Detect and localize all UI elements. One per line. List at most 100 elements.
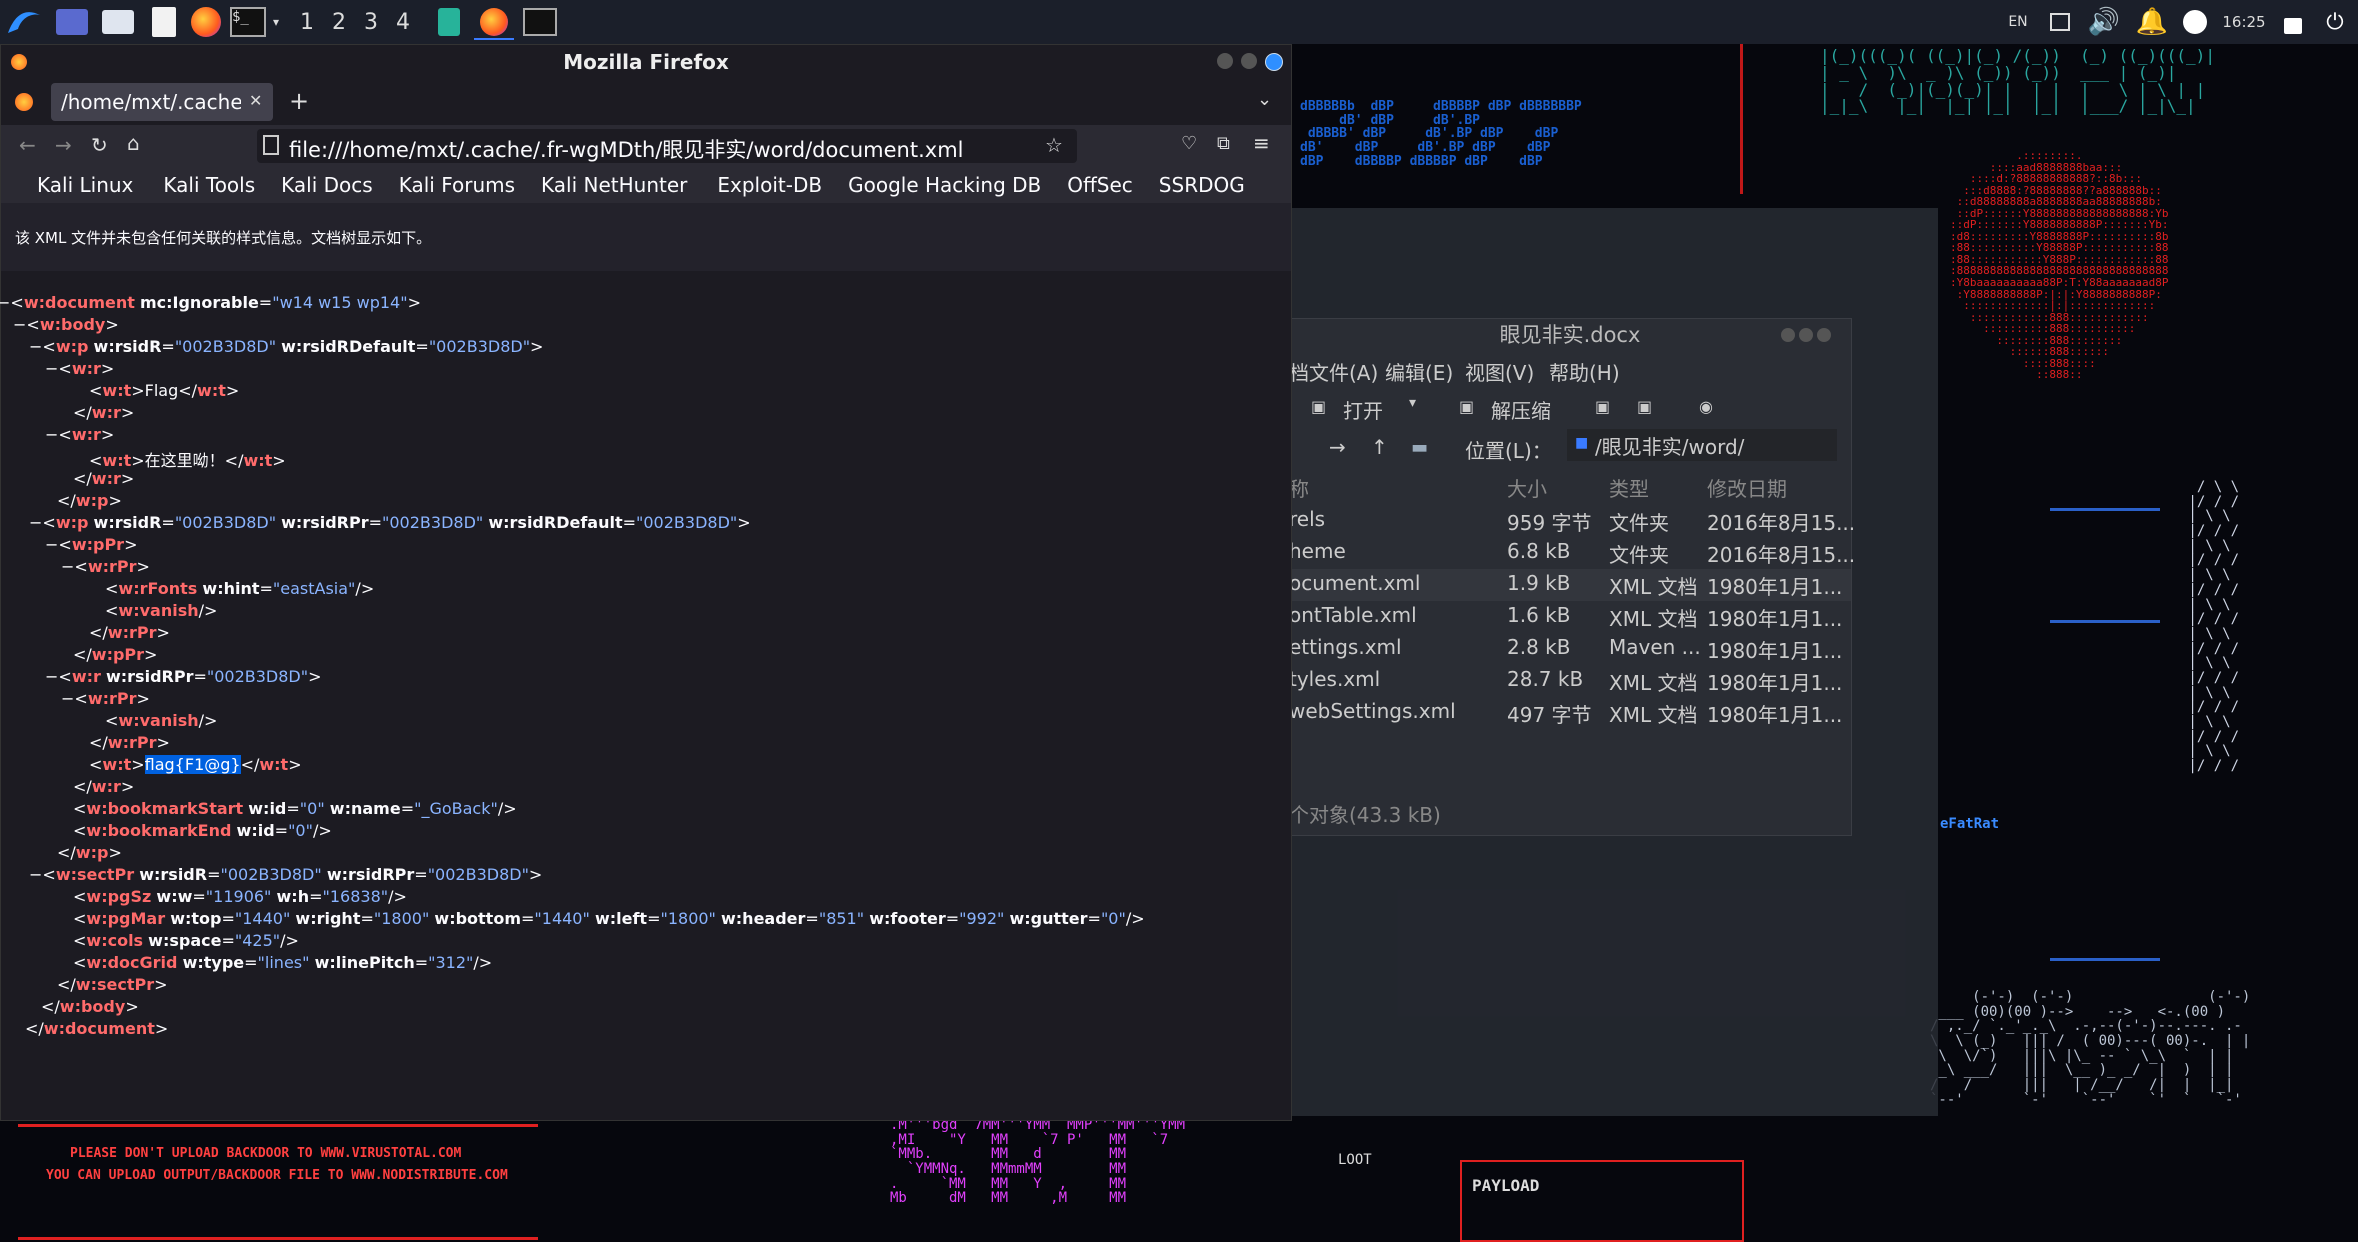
text-editor-icon[interactable]: [144, 6, 184, 38]
xml-line[interactable]: −<w:r>: [45, 425, 114, 444]
collapse-toggle[interactable]: −: [61, 557, 74, 576]
collapse-toggle[interactable]: −: [61, 689, 74, 708]
volume-icon[interactable]: 🔊: [2086, 6, 2122, 38]
firefox-window[interactable]: Mozilla Firefox /home/mxt/.cache/. ✕ + ⌄…: [0, 44, 1292, 1121]
bookmark-kali-docs[interactable]: Kali Docs: [281, 173, 373, 197]
back-icon[interactable]: ←: [19, 133, 36, 157]
forward-icon[interactable]: →: [55, 133, 72, 157]
url-text[interactable]: file:///home/mxt/.cache/.fr-wgMDth/眼见非实/…: [289, 134, 964, 164]
home-folder-icon[interactable]: ▬: [1411, 437, 1428, 458]
collapse-toggle[interactable]: −: [45, 667, 58, 686]
chevron-down-icon[interactable]: ▾: [268, 6, 284, 38]
minimize-button[interactable]: [1217, 53, 1233, 69]
open-icon[interactable]: ▣: [1311, 397, 1326, 416]
kali-menu-icon[interactable]: [4, 6, 44, 38]
xml-line[interactable]: −<w:sectPr w:rsidR="002B3D8D" w:rsidRPr=…: [29, 865, 542, 884]
workspace-3[interactable]: 3: [356, 6, 386, 38]
xml-line[interactable]: −<w:rPr>: [61, 689, 150, 708]
collapse-toggle[interactable]: −: [29, 337, 42, 356]
bookmark-kali-linux[interactable]: Kali Linux: [37, 173, 133, 197]
col-name[interactable]: 称: [1289, 473, 1309, 502]
title-bar[interactable]: Mozilla Firefox: [1, 45, 1291, 79]
add-file-icon[interactable]: ▣: [1595, 397, 1610, 416]
list-item[interactable]: tyles.xml 28.7 kB XML 文档 1980年1月1...: [1289, 665, 1851, 697]
xml-line[interactable]: −<w:p w:rsidR="002B3D8D" w:rsidRPr="002B…: [29, 513, 751, 532]
extensions-icon[interactable]: ⧉: [1217, 133, 1230, 154]
home-icon[interactable]: ⌂: [127, 131, 140, 155]
bookmark-offsec[interactable]: OffSec: [1067, 173, 1133, 197]
extract-icon[interactable]: ▣: [1459, 397, 1474, 416]
desktop-icon[interactable]: [52, 6, 92, 38]
window-buttons[interactable]: [1781, 327, 1841, 342]
list-item[interactable]: webSettings.xml 497 字节 XML 文档 1980年1月1...: [1289, 697, 1851, 729]
bookmark-kali-nethunter[interactable]: Kali NetHunter: [541, 173, 687, 197]
add-folder-icon[interactable]: ▣: [1637, 397, 1652, 416]
collapse-toggle[interactable]: −: [29, 513, 42, 532]
menu-icon[interactable]: ≡: [1253, 131, 1270, 155]
xml-line[interactable]: −<w:body>: [13, 315, 119, 334]
bookmark-kali-forums[interactable]: Kali Forums: [399, 173, 515, 197]
firefox-icon[interactable]: [186, 6, 226, 38]
firefox-task-icon[interactable]: [474, 6, 514, 40]
tab-document-xml[interactable]: /home/mxt/.cache/. ✕: [51, 83, 273, 121]
maximize-button[interactable]: [1241, 53, 1257, 69]
bookmark-star-icon[interactable]: ☆: [1045, 133, 1063, 157]
list-item[interactable]: rels 959 字节 文件夹 2016年8月15...: [1289, 505, 1855, 537]
list-item[interactable]: ocument.xml 1.9 kB XML 文档 1980年1月1...: [1289, 569, 1851, 601]
new-tab-icon[interactable]: +: [289, 87, 309, 115]
list-item[interactable]: heme 6.8 kB 文件夹 2016年8月15...: [1289, 537, 1855, 569]
collapse-toggle[interactable]: −: [29, 865, 42, 884]
menu-edit[interactable]: 编辑(E): [1385, 357, 1453, 386]
xml-line[interactable]: −<w:pPr>: [45, 535, 137, 554]
collapse-toggle[interactable]: −: [45, 359, 58, 378]
collapse-toggle[interactable]: −: [0, 293, 10, 312]
forward-arrow-icon[interactable]: →: [1329, 435, 1346, 459]
power-icon[interactable]: [2178, 6, 2212, 38]
menu-archive[interactable]: 档文件(A): [1289, 357, 1378, 386]
keyboard-layout[interactable]: EN: [2000, 6, 2036, 38]
bookmark-google-hacking-db[interactable]: Google Hacking DB: [848, 173, 1041, 197]
list-item[interactable]: ettings.xml 2.8 kB Maven ... 1980年1月1...: [1289, 633, 1851, 665]
close-tab-icon[interactable]: ✕: [249, 91, 262, 110]
workspace-1[interactable]: 1: [292, 6, 322, 38]
col-date[interactable]: 修改日期: [1707, 473, 1787, 502]
logout-icon[interactable]: ⏻: [2318, 6, 2352, 38]
terminal-icon[interactable]: $_: [228, 6, 268, 38]
col-type[interactable]: 类型: [1609, 473, 1649, 502]
terminal-task-icon[interactable]: [520, 6, 560, 38]
xml-line[interactable]: −<w:rPr>: [61, 557, 150, 576]
workspace-4[interactable]: 4: [388, 6, 418, 38]
collapse-toggle[interactable]: −: [45, 425, 58, 444]
menu-view[interactable]: 视图(V): [1465, 357, 1534, 386]
up-arrow-icon[interactable]: ↑: [1371, 435, 1388, 459]
archive-manager-task-icon[interactable]: [432, 6, 466, 38]
files-icon[interactable]: [98, 6, 138, 38]
collapse-toggle[interactable]: −: [13, 315, 26, 334]
collapse-toggle[interactable]: −: [45, 535, 58, 554]
list-tabs-icon[interactable]: ⌄: [1257, 89, 1272, 110]
pocket-icon[interactable]: ♡: [1181, 133, 1197, 154]
display-icon[interactable]: [2046, 6, 2074, 38]
xml-line[interactable]: −<w:p w:rsidR="002B3D8D" w:rsidRDefault=…: [29, 337, 543, 356]
bookmark-exploit-db[interactable]: Exploit-DB: [717, 173, 822, 197]
xml-line[interactable]: −<w:r w:rsidRPr="002B3D8D">: [45, 667, 322, 686]
settings-icon[interactable]: ◉: [1699, 397, 1713, 416]
workspace-2[interactable]: 2: [324, 6, 354, 38]
chevron-down-icon[interactable]: ▾: [1409, 395, 1416, 411]
location-field[interactable]: ■ /眼见非实/word/: [1567, 429, 1837, 461]
close-button[interactable]: [1265, 53, 1283, 71]
extract-button[interactable]: 解压缩: [1491, 395, 1551, 424]
open-button[interactable]: 打开: [1343, 395, 1383, 424]
url-bar[interactable]: file:///home/mxt/.cache/.fr-wgMDth/眼见非实/…: [257, 129, 1077, 163]
reload-icon[interactable]: ↻: [91, 133, 108, 157]
bookmark-kali-tools[interactable]: Kali Tools: [163, 173, 255, 197]
list-item[interactable]: ontTable.xml 1.6 kB XML 文档 1980年1月1...: [1289, 601, 1851, 633]
notification-icon[interactable]: 🔔: [2134, 6, 2170, 38]
menu-help[interactable]: 帮助(H): [1549, 357, 1620, 386]
bookmark-ssrdog[interactable]: SSRDOG: [1159, 173, 1245, 197]
archive-manager-window[interactable]: 眼见非实.docx 档文件(A) 编辑(E) 视图(V) 帮助(H) ▣ 打开 …: [1288, 318, 1855, 836]
col-size[interactable]: 大小: [1507, 473, 1547, 502]
xml-line[interactable]: −<w:document mc:Ignorable="w14 w15 wp14"…: [0, 293, 421, 312]
firefox-view-icon[interactable]: [15, 93, 33, 111]
xml-line[interactable]: −<w:r>: [45, 359, 114, 378]
